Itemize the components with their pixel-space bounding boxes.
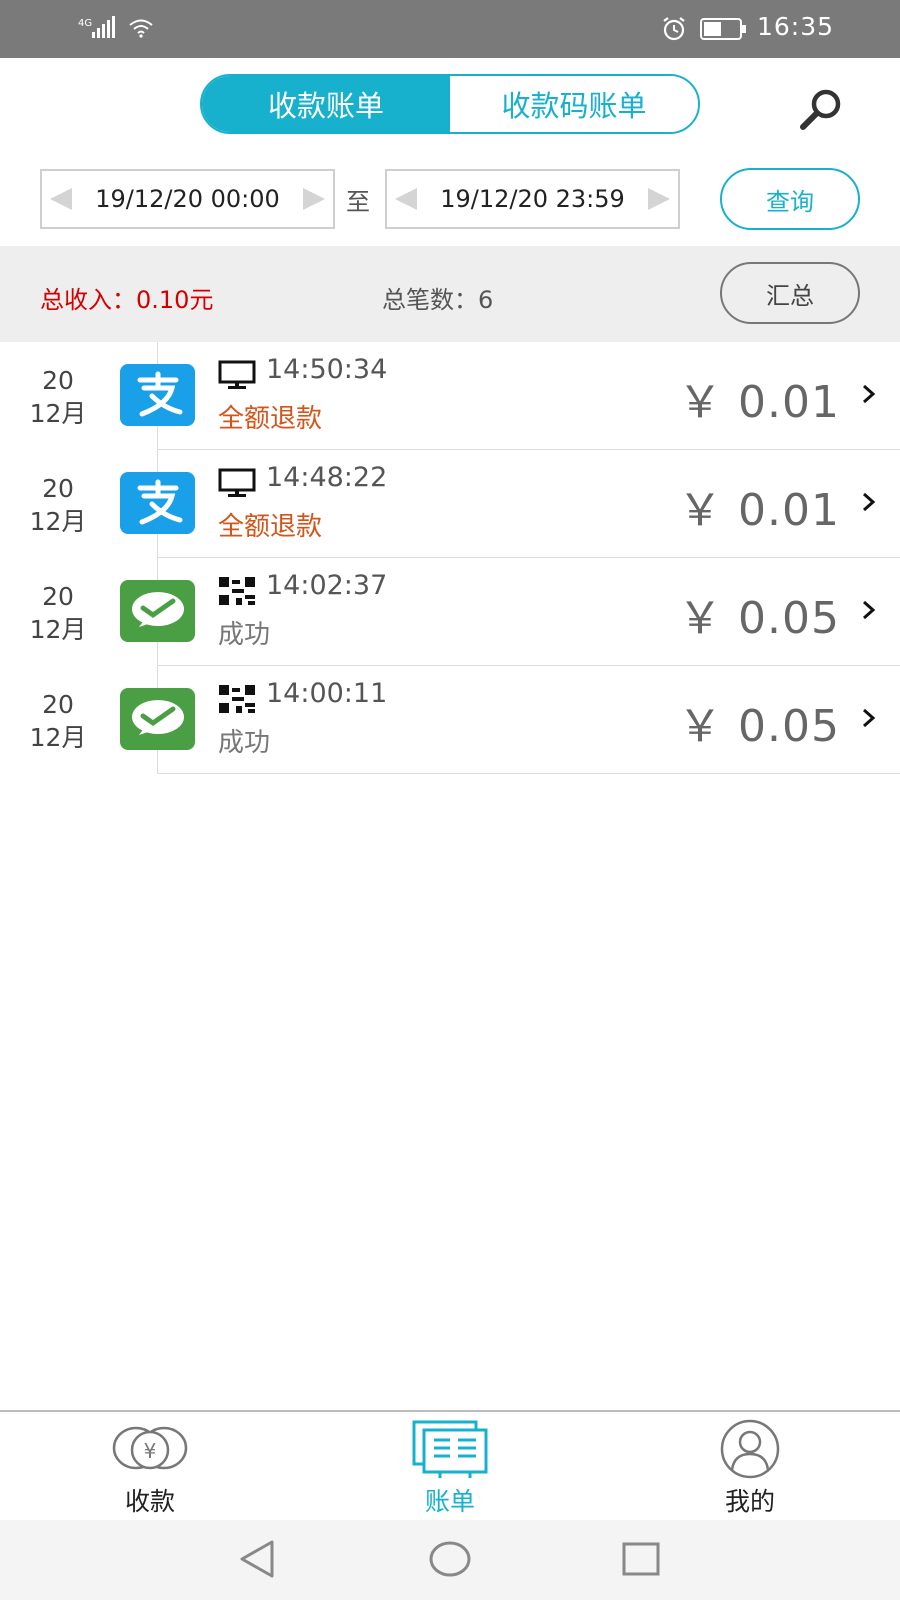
chevron-right-icon: [863, 600, 876, 620]
bottom-tab-bar: ¥ 收款 账单 我的: [0, 1410, 900, 1522]
home-icon[interactable]: [428, 1538, 472, 1580]
total-count-value: 6: [478, 286, 494, 314]
transaction-month: 12月: [29, 507, 87, 536]
profile-icon: [720, 1419, 780, 1479]
tab-receipt-bill[interactable]: 收款账单: [202, 76, 450, 132]
transaction-status: 成功: [218, 728, 271, 758]
transaction-date: 20 12月: [0, 580, 116, 646]
transaction-date: 20 12月: [0, 364, 116, 430]
transaction-date: 20 12月: [0, 472, 116, 538]
search-button[interactable]: [796, 84, 848, 136]
wifi-icon: [128, 18, 154, 38]
transaction-row[interactable]: 20 12月 14:00:11 成功 ￥ 0.05: [0, 666, 900, 774]
alipay-icon: [120, 472, 195, 534]
qrcode-icon: [219, 685, 255, 713]
transaction-status: 成功: [218, 620, 271, 650]
summary-bar: 总收入：0.10元 总笔数：6 汇总: [0, 246, 900, 342]
transaction-row[interactable]: 20 12月 14:50:34 全额退款 ￥ 0.01: [0, 342, 900, 450]
total-count: 总笔数：6: [382, 280, 493, 315]
system-nav-bar: [0, 1520, 900, 1600]
transaction-day: 20: [42, 366, 74, 395]
transaction-month: 12月: [29, 399, 87, 428]
tab-bill[interactable]: 账单: [370, 1412, 530, 1522]
monitor-icon: [218, 468, 256, 497]
transaction-time: 14:02:37: [266, 570, 388, 601]
transaction-row[interactable]: 20 12月 14:02:37 成功 ￥ 0.05: [0, 558, 900, 666]
transaction-day: 20: [42, 474, 74, 503]
transaction-amount: ￥ 0.01: [678, 485, 840, 536]
tab-profile[interactable]: 我的: [670, 1412, 830, 1522]
svg-text:4G: 4G: [78, 18, 92, 29]
battery-icon: [700, 17, 748, 45]
transaction-time: 14:00:11: [266, 678, 388, 709]
bill-icon: [412, 1420, 488, 1478]
monitor-icon: [218, 360, 256, 389]
transaction-amount: ￥ 0.05: [678, 593, 840, 644]
back-icon[interactable]: [236, 1538, 278, 1580]
chevron-right-icon: [863, 492, 876, 512]
transaction-month: 12月: [29, 615, 87, 644]
bill-type-switch: 收款账单 收款码账单: [200, 74, 700, 134]
transaction-day: 20: [42, 582, 74, 611]
transaction-status: 全额退款: [218, 512, 323, 542]
transaction-time: 14:50:34: [266, 354, 388, 385]
summary-button[interactable]: 汇总: [720, 262, 860, 324]
date-filter: 19/12/20 00:00 至 19/12/20 23:59 查询: [0, 166, 900, 246]
wechat-pay-icon: [120, 580, 195, 642]
total-income-value: 0.10元: [136, 286, 214, 314]
receive-money-icon: ¥: [112, 1426, 188, 1470]
transaction-month: 12月: [29, 723, 87, 752]
tab-qrcode-bill[interactable]: 收款码账单: [450, 76, 698, 132]
status-bar: 4G 16:35: [0, 0, 900, 58]
prev-arrow-icon[interactable]: [50, 188, 72, 210]
transaction-list: 20 12月 14:50:34 全额退款 ￥ 0.01 20 12月 14:48…: [0, 342, 900, 774]
transaction-row[interactable]: 20 12月 14:48:22 全额退款 ￥ 0.01: [0, 450, 900, 558]
svg-text:¥: ¥: [144, 1439, 157, 1463]
transaction-date: 20 12月: [0, 688, 116, 754]
transaction-status: 全额退款: [218, 404, 323, 434]
transaction-amount: ￥ 0.05: [678, 701, 840, 752]
prev-arrow-icon[interactable]: [395, 188, 417, 210]
start-date-picker[interactable]: 19/12/20 00:00: [40, 169, 335, 229]
header: 收款账单 收款码账单: [0, 58, 900, 166]
tab-receive-label: 收款: [124, 1487, 175, 1516]
alarm-icon: [660, 15, 688, 47]
divider: [158, 773, 900, 774]
tab-receive[interactable]: ¥ 收款: [70, 1412, 230, 1522]
alipay-icon: [120, 364, 195, 426]
search-icon: [800, 89, 841, 130]
qrcode-icon: [219, 577, 255, 605]
total-income: 总收入：0.10元: [40, 280, 213, 315]
to-label: 至: [346, 188, 370, 216]
transaction-time: 14:48:22: [266, 462, 388, 493]
tab-profile-label: 我的: [724, 1487, 775, 1516]
total-count-label: 总笔数：: [382, 286, 478, 314]
end-date-value: 19/12/20 23:59: [440, 185, 625, 213]
status-clock: 16:35: [757, 12, 835, 41]
transaction-amount: ￥ 0.01: [678, 377, 840, 428]
chevron-right-icon: [863, 384, 876, 404]
transaction-day: 20: [42, 690, 74, 719]
end-date-picker[interactable]: 19/12/20 23:59: [385, 169, 680, 229]
next-arrow-icon[interactable]: [648, 188, 670, 210]
tab-bill-label: 账单: [424, 1487, 475, 1516]
chevron-right-icon: [863, 708, 876, 728]
start-date-value: 19/12/20 00:00: [95, 185, 280, 213]
wechat-pay-icon: [120, 688, 195, 750]
total-income-label: 总收入：: [40, 286, 136, 314]
signal-icon: 4G: [78, 16, 120, 40]
recent-apps-icon[interactable]: [620, 1538, 662, 1580]
query-button[interactable]: 查询: [720, 168, 860, 230]
next-arrow-icon[interactable]: [303, 188, 325, 210]
